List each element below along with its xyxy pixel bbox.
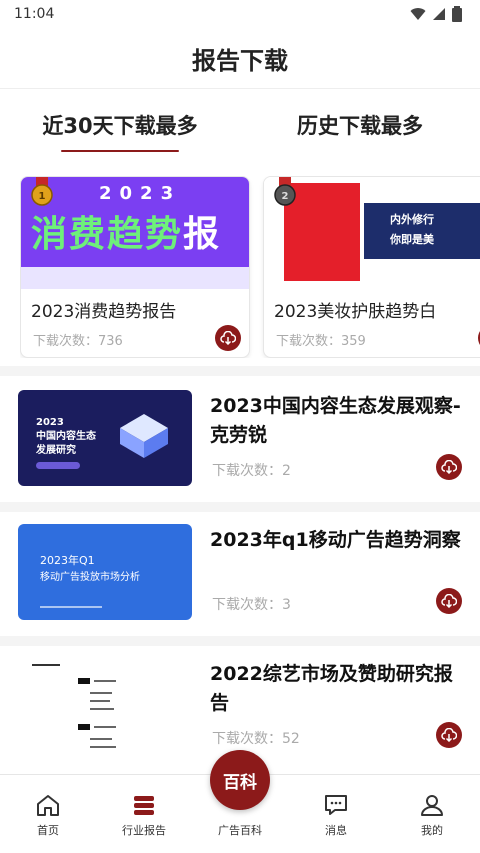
thumb-line2: 移动广告投放市场分析 bbox=[40, 572, 140, 583]
status-time: 11:04 bbox=[14, 6, 55, 22]
report-card[interactable]: 2023 消费趋势报告 1 2023消费趋势报告 下载次数：736 bbox=[20, 176, 250, 358]
tab-active-indicator bbox=[61, 150, 179, 152]
nav-label: 消息 bbox=[325, 824, 347, 837]
download-count: 下载次数：359 bbox=[276, 334, 366, 349]
download-button[interactable] bbox=[436, 722, 462, 748]
section-divider bbox=[0, 636, 480, 646]
svg-text:1: 1 bbox=[39, 191, 46, 202]
thumb-line1: 2023年Q1 bbox=[40, 554, 95, 567]
status-bar: 11:04 bbox=[0, 0, 480, 28]
section-divider bbox=[0, 366, 480, 376]
nav-label: 我的 bbox=[421, 824, 443, 837]
thumb-stripe bbox=[21, 267, 249, 289]
list-item[interactable]: 2023年Q1 移动广告投放市场分析 2023年q1移动广告趋势洞察 下载次数：… bbox=[0, 518, 480, 646]
wifi-icon bbox=[410, 8, 426, 20]
section-divider bbox=[0, 502, 480, 512]
download-count: 下载次数：52 bbox=[212, 731, 300, 747]
thumb-line1: 内外修行 bbox=[390, 213, 434, 226]
report-title: 2023美妆护肤趋势白 bbox=[274, 302, 437, 322]
nav-profile[interactable]: 我的 bbox=[384, 775, 480, 853]
tab-label: 历史下载最多 bbox=[297, 114, 423, 138]
thumb-pill bbox=[36, 462, 80, 469]
thumb-rule bbox=[40, 606, 102, 608]
svg-text:2: 2 bbox=[282, 191, 289, 202]
tab-bar: 近30天下载最多 历史下载最多 bbox=[0, 100, 480, 152]
message-icon bbox=[325, 795, 347, 815]
report-thumbnail: 2023 中国内容生态 发展研究 bbox=[18, 390, 192, 486]
cloud-download-icon bbox=[441, 728, 457, 742]
document-outline-graphic bbox=[32, 664, 116, 748]
battery-icon bbox=[452, 6, 462, 22]
download-count: 下载次数：2 bbox=[212, 463, 291, 479]
top-download-carousel[interactable]: 2023 消费趋势报告 1 2023消费趋势报告 下载次数：736 内外修行 你… bbox=[20, 176, 480, 358]
isometric-graphic bbox=[120, 414, 168, 458]
report-thumbnail: 2023年Q1 移动广告投放市场分析 bbox=[18, 524, 192, 620]
user-icon bbox=[421, 795, 443, 816]
download-button[interactable] bbox=[436, 454, 462, 480]
download-count: 下载次数：3 bbox=[212, 597, 291, 613]
report-title: 2022综艺市场及赞助研究报告 bbox=[210, 663, 453, 714]
page-title: 报告下载 bbox=[192, 46, 288, 75]
nav-label: 行业报告 bbox=[122, 824, 166, 837]
report-card[interactable]: 内外修行 你即是美 2 2023美妆护肤趋势白 下载次数：359 bbox=[263, 176, 480, 358]
nav-home[interactable]: 首页 bbox=[0, 775, 96, 853]
list-item[interactable]: 2023 中国内容生态 发展研究 2023中国内容生态发展观察-克劳锐 下载次数… bbox=[0, 384, 480, 512]
header: 报告下载 bbox=[0, 28, 480, 89]
report-title: 2023中国内容生态发展观察-克劳锐 bbox=[210, 395, 461, 446]
encyclopedia-label: 广告百科 bbox=[218, 824, 262, 837]
cloud-download-icon bbox=[441, 594, 457, 608]
silver-medal-icon: 2 bbox=[274, 177, 296, 206]
report-title: 2023消费趋势报告 bbox=[31, 302, 177, 322]
thumb-year: 2023 bbox=[99, 183, 182, 204]
cloud-download-icon bbox=[220, 331, 236, 345]
nav-messages[interactable]: 消息 bbox=[288, 775, 384, 853]
gold-medal-icon: 1 bbox=[31, 177, 53, 206]
download-button[interactable] bbox=[436, 588, 462, 614]
nav-industry-reports[interactable]: 行业报告 bbox=[96, 775, 192, 853]
signal-icon bbox=[433, 8, 445, 20]
report-title: 2023年q1移动广告趋势洞察 bbox=[210, 529, 461, 551]
home-icon bbox=[37, 795, 59, 816]
stacked-reports-icon bbox=[134, 796, 154, 815]
download-button[interactable] bbox=[215, 325, 241, 351]
tab-label: 近30天下载最多 bbox=[42, 114, 198, 138]
status-icons bbox=[410, 6, 462, 22]
tab-history[interactable]: 历史下载最多 bbox=[240, 100, 480, 152]
cloud-download-icon bbox=[441, 460, 457, 474]
report-thumbnail bbox=[18, 658, 192, 754]
tab-recent-30-days[interactable]: 近30天下载最多 bbox=[0, 100, 240, 152]
report-thumbnail: 2023 消费趋势报告 bbox=[21, 177, 249, 289]
thumb-title: 2023 中国内容生态 发展研究 bbox=[36, 417, 96, 456]
encyclopedia-button[interactable]: 百科 bbox=[210, 750, 270, 810]
thumb-line2: 你即是美 bbox=[390, 233, 434, 246]
nav-label: 首页 bbox=[37, 824, 59, 837]
